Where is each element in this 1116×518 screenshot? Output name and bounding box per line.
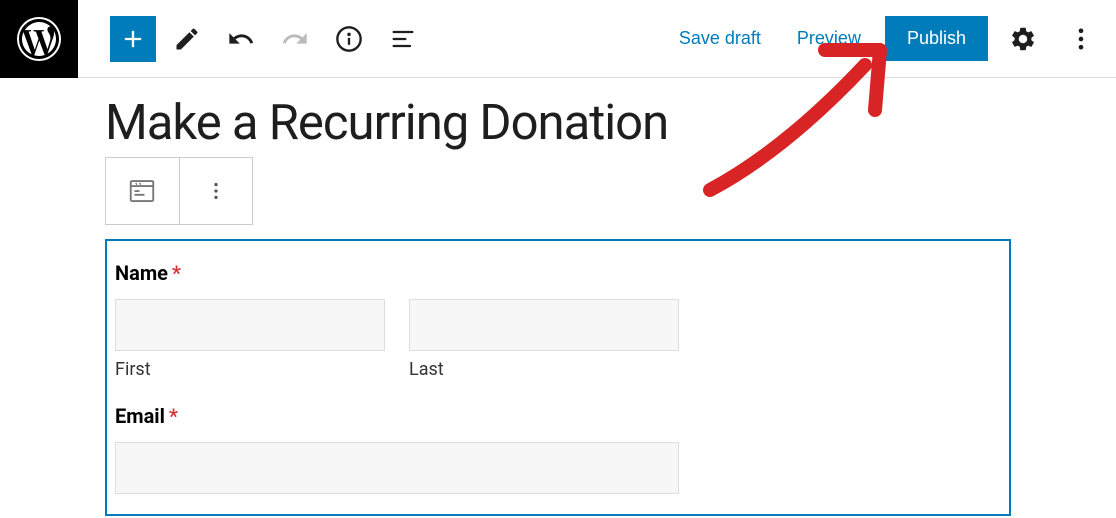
undo-button[interactable] [218, 16, 264, 62]
undo-icon [227, 25, 255, 53]
add-block-button[interactable] [110, 16, 156, 62]
redo-button[interactable] [272, 16, 318, 62]
list-view-button[interactable] [380, 16, 426, 62]
last-sublabel: Last [409, 359, 679, 380]
wordpress-icon [15, 15, 63, 63]
first-sublabel: First [115, 359, 385, 380]
form-block[interactable]: Name * First Last Email * [105, 239, 1011, 516]
editor-top-bar: Save draft Preview Publish [0, 0, 1116, 78]
gear-icon [1009, 25, 1037, 53]
required-indicator: * [172, 261, 181, 285]
toolbar-right: Save draft Preview Publish [667, 16, 1116, 62]
block-type-button[interactable] [106, 158, 180, 224]
more-vertical-icon [1067, 25, 1095, 53]
email-input[interactable] [115, 442, 679, 494]
name-field-group: Name * First Last [115, 261, 1001, 380]
required-indicator: * [169, 404, 178, 428]
more-vertical-icon [205, 180, 227, 202]
details-button[interactable] [326, 16, 372, 62]
block-toolbar [105, 157, 253, 225]
pencil-icon [173, 25, 201, 53]
first-name-input[interactable] [115, 299, 385, 351]
plus-icon [119, 25, 147, 53]
email-field-group: Email * [115, 404, 1001, 494]
publish-button[interactable]: Publish [885, 16, 988, 61]
name-label: Name [115, 261, 168, 285]
info-icon [335, 25, 363, 53]
block-more-button[interactable] [180, 158, 253, 224]
page-title[interactable]: Make a Recurring Donation [105, 94, 1011, 151]
email-label: Email [115, 404, 165, 428]
last-name-input[interactable] [409, 299, 679, 351]
redo-icon [281, 25, 309, 53]
edit-mode-button[interactable] [164, 16, 210, 62]
preview-button[interactable]: Preview [785, 20, 873, 57]
editor-content: Make a Recurring Donation Name * [0, 78, 1116, 516]
options-button[interactable] [1058, 16, 1104, 62]
toolbar-left [78, 16, 426, 62]
form-icon [127, 176, 157, 206]
settings-button[interactable] [1000, 16, 1046, 62]
save-draft-button[interactable]: Save draft [667, 20, 773, 57]
outline-icon [389, 25, 417, 53]
wordpress-logo[interactable] [0, 0, 78, 78]
